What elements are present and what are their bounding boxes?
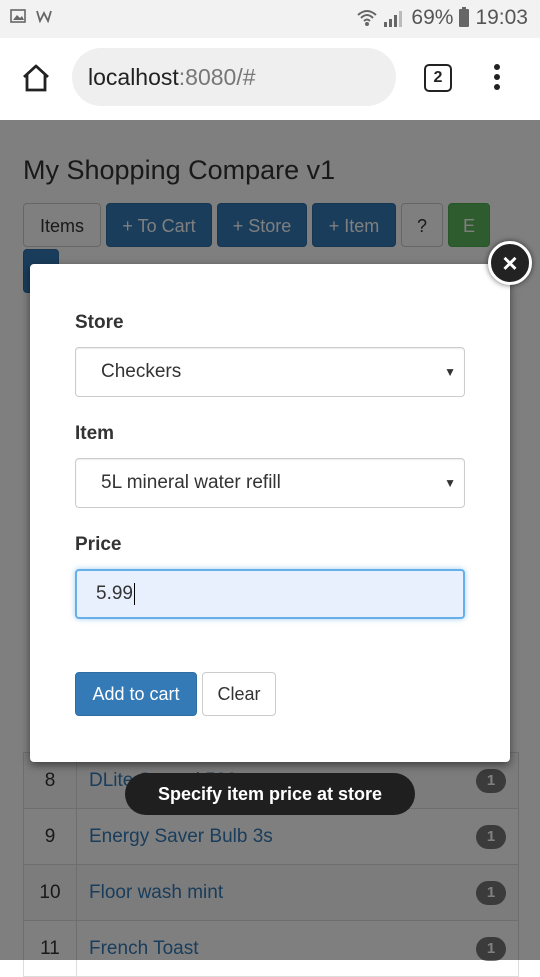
store-select[interactable]: Checkers ▼ [75,347,465,397]
item-label: Item [75,423,115,444]
url-host: localhost [88,63,179,90]
dropdown-arrow-icon: ▼ [444,365,456,379]
status-bar: 69% 19:03 [0,0,540,38]
app-icon [36,10,52,23]
add-to-cart-button[interactable]: Add to cart [75,672,197,716]
price-input-value: 5.99 [96,583,133,604]
clear-button[interactable]: Clear [202,672,276,716]
browser-toolbar: localhost:8080/# 2 [0,38,540,120]
url-path: :8080/# [178,63,256,90]
signal-icon [384,11,403,27]
toast-message: Specify item price at store [125,773,415,815]
battery-icon [459,7,470,27]
battery-percent: 69% [411,6,454,29]
url-bar[interactable]: localhost:8080/# [72,48,396,106]
close-icon[interactable]: × [488,241,532,285]
item-select[interactable]: 5L mineral water refill ▼ [75,458,465,508]
store-select-value: Checkers [101,361,182,382]
clock: 19:03 [475,6,528,29]
tabs-icon[interactable]: 2 [424,64,452,92]
store-label: Store [75,312,124,333]
price-label: Price [75,534,122,555]
image-icon [10,9,26,23]
menu-icon[interactable] [490,64,504,94]
add-to-cart-modal: Store Checkers ▼ Item 5L mineral water r… [30,264,510,762]
home-icon[interactable] [20,62,52,94]
text-caret [133,582,135,605]
dropdown-arrow-icon: ▼ [444,476,456,490]
item-select-value: 5L mineral water refill [101,472,281,493]
price-input-wrap: 5.99 [96,571,135,617]
wifi-icon [357,10,378,26]
price-input[interactable]: 5.99 [75,569,465,619]
